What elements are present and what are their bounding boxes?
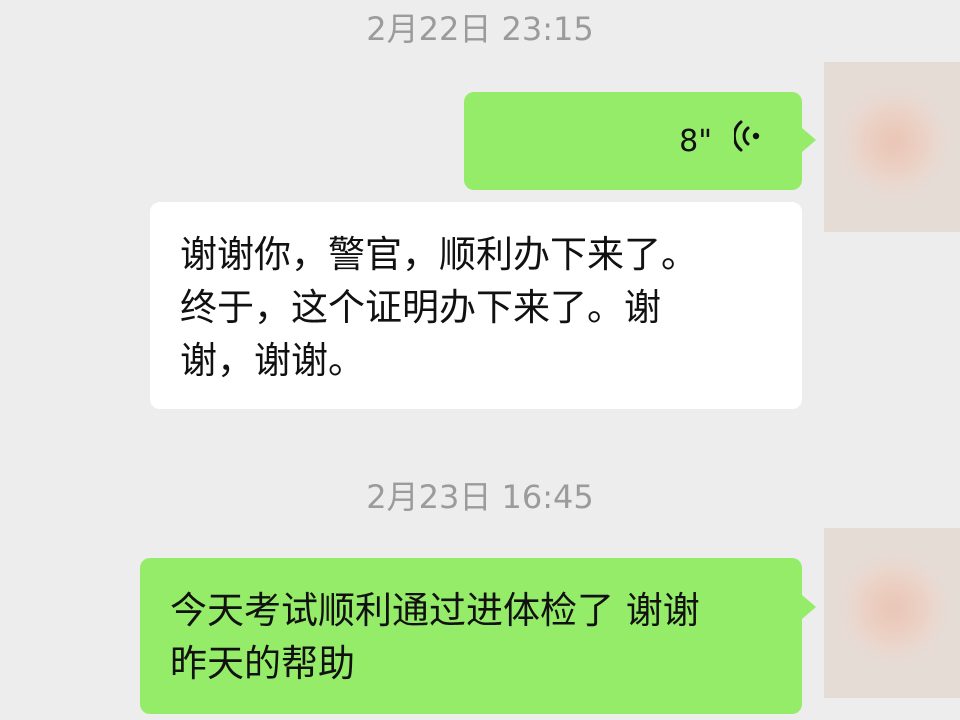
voice-message-bubble[interactable]: 8" [464,92,802,190]
message-text: 今天考试顺利通过进体检了 谢谢 昨天的帮助 [170,589,700,685]
timestamp: 2月22日 23:15 [366,10,594,48]
timestamp: 2月23日 16:45 [366,478,594,516]
voice-duration: 8" [679,123,712,159]
voice-wave-icon [732,115,762,168]
voice-message-content: 8" [679,92,762,190]
sent-message-bubble[interactable]: 今天考试顺利通过进体检了 谢谢 昨天的帮助 [140,558,802,714]
avatar-image [844,92,944,192]
avatar-image [844,558,944,658]
bubble-tail [802,128,816,152]
received-message-bubble[interactable]: 谢谢你，警官，顺利办下来了。 终于，这个证明办下来了。谢 谢，谢谢。 [150,202,802,409]
message-text: 谢谢你，警官，顺利办下来了。 终于，这个证明办下来了。谢 谢，谢谢。 [180,233,698,382]
bubble-tail [802,595,816,619]
avatar[interactable] [824,528,960,698]
avatar[interactable] [824,62,960,232]
